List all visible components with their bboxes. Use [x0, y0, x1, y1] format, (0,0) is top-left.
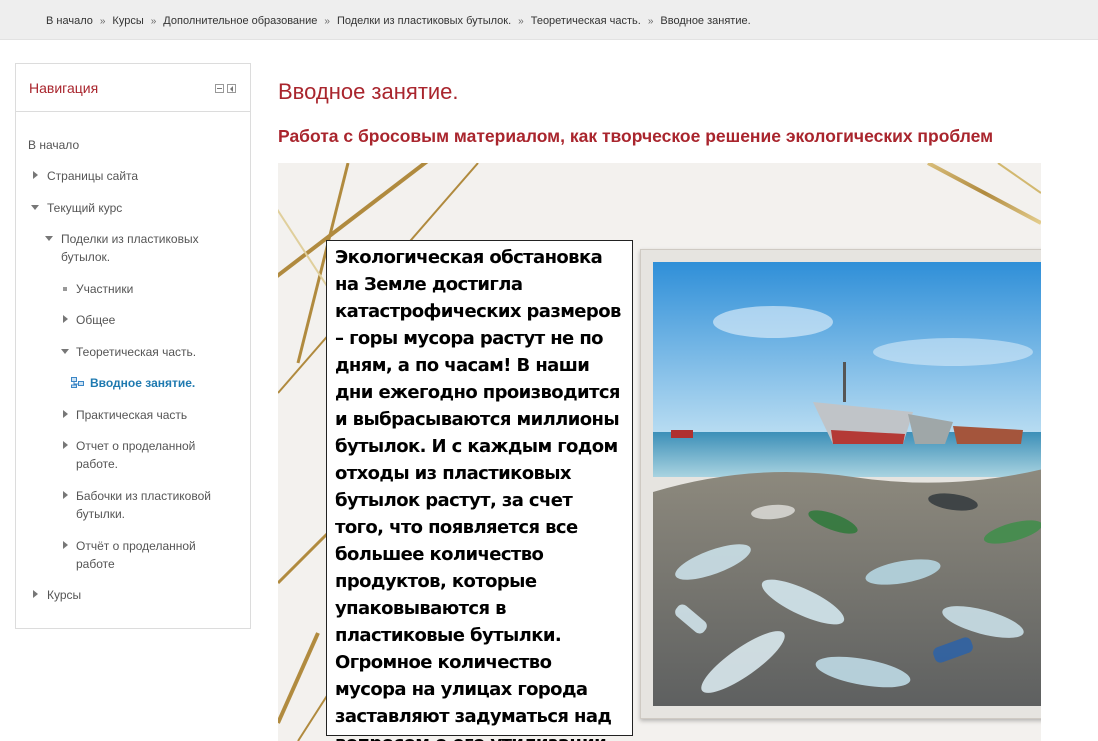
breadcrumb-separator: » [150, 16, 157, 27]
nav-theory[interactable]: Теоретическая часть. [76, 343, 196, 361]
nav-site-pages-label: Страницы сайта [47, 169, 139, 183]
nav-general-link[interactable]: Общее [76, 313, 115, 327]
chevron-right-icon[interactable] [63, 491, 68, 499]
nav-theory-link[interactable]: Теоретическая часть. [76, 345, 196, 359]
nav-home[interactable]: В начало [28, 136, 79, 154]
breadcrumb: В начало » Курсы » Дополнительное образовани… [46, 15, 751, 27]
nav-general[interactable]: Общее [76, 311, 115, 329]
breadcrumb-bar: В начало » Курсы » Дополнительное образовани… [0, 0, 1098, 40]
breadcrumb-course[interactable]: Поделки из пластиковых бутылок. [337, 15, 511, 27]
nav-current-course-label: Текущий курс [47, 201, 123, 215]
chevron-right-icon[interactable] [33, 171, 38, 179]
breadcrumb-courses[interactable]: Курсы [112, 15, 143, 27]
nav-intro-lesson-link[interactable]: Вводное занятие. [90, 376, 195, 390]
breadcrumb-separator: » [518, 16, 524, 27]
nav-current-course[interactable]: Текущий курс [47, 199, 122, 217]
breadcrumb-separator: » [324, 16, 330, 27]
breadcrumb-current[interactable]: Вводное занятие. [660, 15, 750, 27]
chevron-right-icon[interactable] [33, 590, 38, 598]
breadcrumb-section[interactable]: Теоретическая часть. [531, 15, 641, 27]
chevron-down-icon[interactable] [61, 349, 69, 354]
nav-participants[interactable]: Участники [76, 280, 133, 298]
breadcrumb-home[interactable]: В начало [46, 15, 93, 27]
nav-home-link[interactable]: В начало [28, 138, 79, 152]
navigation-header: Навигация [16, 64, 250, 112]
nav-course-link[interactable]: Поделки из пластиковых бутылок. [61, 232, 199, 264]
nav-practice[interactable]: Практическая часть [76, 406, 187, 424]
nav-report1-link[interactable]: Отчет о проделанной работе. [76, 439, 195, 471]
bullet-icon [63, 287, 67, 291]
chevron-right-icon[interactable] [63, 410, 68, 418]
nav-practice-link[interactable]: Практическая часть [76, 408, 187, 422]
photo-frame [640, 249, 1041, 719]
chevron-right-icon[interactable] [63, 441, 68, 449]
chevron-right-icon[interactable] [63, 541, 68, 549]
dock-icon[interactable] [215, 84, 224, 93]
nav-report2[interactable]: Отчёт о проделанной работе [76, 537, 226, 573]
navigation-block: Навигация В начало Страницы сайта Текущи… [15, 63, 251, 629]
navigation-title: Навигация [29, 80, 99, 96]
nav-course[interactable]: Поделки из пластиковых бутылок. [61, 230, 226, 266]
move-icon[interactable] [227, 84, 236, 93]
nav-courses-link[interactable]: Курсы [47, 588, 81, 602]
nav-courses[interactable]: Курсы [47, 586, 81, 604]
breadcrumb-separator: » [99, 16, 106, 27]
page-subtitle: Работа с бросовым материалом, как творче… [278, 126, 994, 146]
presentation-slide: Экологическая обстановка на Земле достиг… [278, 163, 1041, 741]
nav-participants-link[interactable]: Участники [76, 282, 133, 296]
chevron-down-icon[interactable] [31, 205, 39, 210]
breadcrumb-category[interactable]: Дополнительное образование [163, 15, 317, 27]
chevron-right-icon[interactable] [63, 315, 68, 323]
nav-report1[interactable]: Отчет о проделанной работе. [76, 437, 226, 473]
nav-butterflies-link[interactable]: Бабочки из пластиковой бутылки. [76, 489, 211, 521]
breadcrumb-separator: » [647, 16, 654, 27]
nav-intro-lesson[interactable]: Вводное занятие. [90, 374, 195, 392]
chevron-down-icon[interactable] [45, 236, 53, 241]
nav-site-pages[interactable]: Страницы сайта [47, 167, 138, 185]
nav-report2-link[interactable]: Отчёт о проделанной работе [76, 539, 196, 571]
nav-butterflies[interactable]: Бабочки из пластиковой бутылки. [76, 487, 236, 523]
pollution-photo [653, 262, 1041, 706]
slide-text-box: Экологическая обстановка на Земле достиг… [326, 240, 633, 741]
page-title: Вводное занятие. [278, 79, 459, 104]
page-icon [71, 377, 84, 388]
